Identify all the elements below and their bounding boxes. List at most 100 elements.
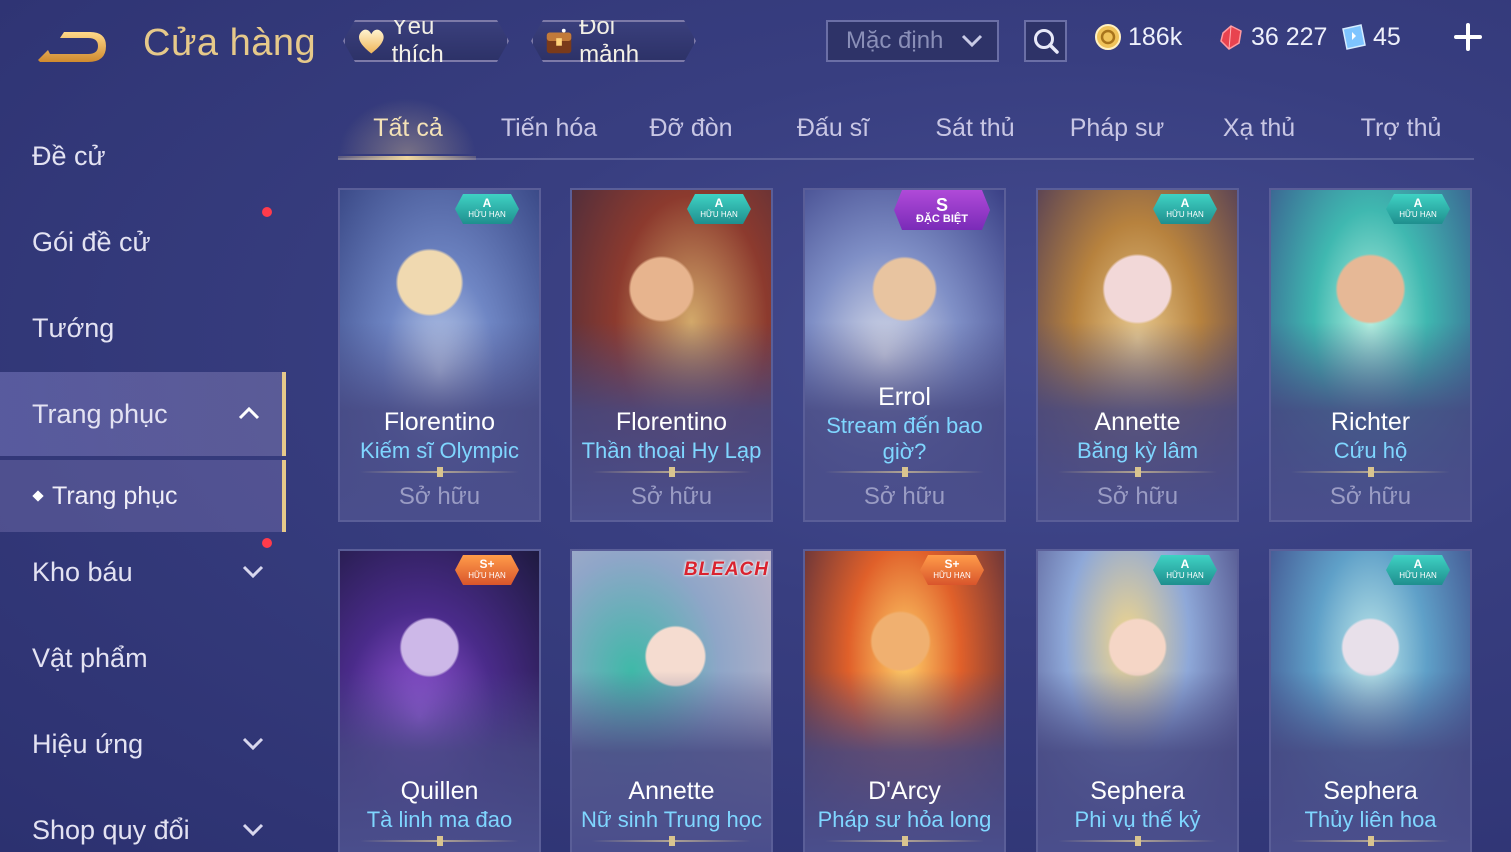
bleach-collab-logo: BLEACH <box>683 559 769 580</box>
sidebar-item-label: Trang phục <box>32 398 168 429</box>
card-divider <box>825 471 984 473</box>
rank-badge: A HỮU HẠN <box>1153 555 1217 585</box>
skin-name: Thủy liên hoa <box>1304 807 1437 832</box>
sidebar-item-heroes[interactable]: Tướng <box>0 286 286 370</box>
favorites-label: Yêu thích <box>391 13 444 68</box>
sidebar-item-label: Đề cử <box>32 140 106 171</box>
sidebar-item-effects[interactable]: Hiệu ứng <box>0 702 286 786</box>
tab-tank[interactable]: Đỡ đòn <box>621 114 761 143</box>
sort-value: Mặc định <box>846 27 944 54</box>
skin-card[interactable]: A HỮU HẠN Sephera Thủy liên hoa <box>1269 549 1472 852</box>
skin-card[interactable]: S ĐẶC BIỆT Errol Stream đến bao giờ? Sở h… <box>803 188 1006 522</box>
ownership-status: Sở hữu <box>398 483 481 510</box>
gem-balance: 36 227 <box>1217 20 1327 54</box>
chevron-down-icon <box>242 823 264 836</box>
ownership-status: Sở hữu <box>630 483 713 510</box>
skin-name: Pháp sư hỏa long <box>817 807 992 832</box>
tab-support[interactable]: Trợ thủ <box>1331 114 1471 143</box>
card-divider <box>1058 840 1217 842</box>
skin-card[interactable]: A HỮU HẠN Florentino Kiếm sĩ Olympic Sở h… <box>338 188 541 522</box>
sidebar-item-label: Hiệu ứng <box>32 728 144 759</box>
hero-name: D'Arcy <box>868 777 941 805</box>
sidebar-item-label: Vật phẩm <box>32 642 148 673</box>
sidebar: Đề cử Gói đề cử Tướng Trang phục Trang p… <box>0 100 288 852</box>
skin-card[interactable]: S+ HỮU HẠN D'Arcy Pháp sư hỏa long <box>803 549 1006 852</box>
card-divider <box>825 840 984 842</box>
skin-card[interactable]: BLEACH Annette Nữ sinh Trung học <box>570 549 773 852</box>
sort-dropdown[interactable]: Mặc định <box>826 20 999 62</box>
hero-name: Florentino <box>383 408 496 436</box>
skin-card[interactable]: A HỮU HẠN Annette Băng kỳ lâm Sở hữu <box>1036 188 1239 522</box>
hero-name: Annette <box>1094 408 1181 436</box>
skin-name: Kiếm sĩ Olympic <box>360 438 519 463</box>
skin-card[interactable]: S+ HỮU HẠN Quillen Tà linh ma đao <box>338 549 541 852</box>
card-divider <box>592 471 751 473</box>
skin-name: Băng kỳ lâm <box>1076 438 1199 463</box>
treasure-chest-icon <box>543 24 575 58</box>
card-divider <box>360 840 519 842</box>
role-tabs: Tất cả Tiến hóa Đỡ đòn Đấu sĩ Sát thủ Ph… <box>338 98 1474 160</box>
sidebar-subitem-label: Trang phục <box>52 481 178 510</box>
rank-badge: S+ HỮU HẠN <box>920 555 984 585</box>
sidebar-item-skins[interactable]: Trang phục <box>0 372 286 456</box>
add-currency-button[interactable] <box>1453 22 1483 52</box>
rank-badge: A HỮU HẠN <box>1153 194 1217 224</box>
hero-name: Florentino <box>615 408 728 436</box>
shard-exchange-button[interactable]: Đổi mảnh <box>531 20 696 62</box>
back-button[interactable] <box>32 24 112 68</box>
back-arrow-icon <box>38 32 106 62</box>
skin-name: Nữ sinh Trung học <box>580 807 763 832</box>
gold-coin-icon <box>1095 24 1121 50</box>
tab-all[interactable]: Tất cả <box>338 114 478 143</box>
rank-badge: A HỮU HẠN <box>1386 555 1450 585</box>
hero-name: Sephera <box>1323 777 1418 805</box>
tab-active-underline <box>338 156 476 160</box>
sidebar-item-exchange-shop[interactable]: Shop quy đổi <box>0 788 286 852</box>
skin-card[interactable]: A HỮU HẠN Florentino Thần thoại Hy Lạp Sở… <box>570 188 773 522</box>
sidebar-item-label: Tướng <box>32 312 115 343</box>
sidebar-item-label: Kho báu <box>32 556 133 587</box>
ownership-status: Sở hữu <box>1329 483 1412 510</box>
tab-fighter[interactable]: Đấu sĩ <box>763 114 903 143</box>
voucher-amount: 45 <box>1373 22 1401 51</box>
sidebar-item-items[interactable]: Vật phẩm <box>0 616 286 700</box>
tab-assassin[interactable]: Sát thủ <box>905 114 1045 143</box>
voucher-balance: 45 <box>1339 20 1401 54</box>
sidebar-item-label: Gói đề cử <box>32 226 151 257</box>
favorites-button[interactable]: Yêu thích <box>343 20 509 62</box>
plus-icon <box>1454 23 1482 51</box>
skin-name: Phi vụ thế kỷ <box>1074 807 1201 832</box>
skin-card[interactable]: A HỮU HẠN Sephera Phi vụ thế kỷ <box>1036 549 1239 852</box>
sidebar-item-treasure[interactable]: Kho báu <box>0 530 286 614</box>
card-divider <box>1291 840 1450 842</box>
hero-name: Annette <box>628 777 715 805</box>
sidebar-item-recommended-packs[interactable]: Gói đề cử <box>0 200 286 284</box>
chevron-down-icon <box>242 737 264 750</box>
page-title: Cửa hàng <box>143 22 317 64</box>
rank-badge: A HỮU HẠN <box>455 194 519 224</box>
sidebar-item-label: Shop quy đổi <box>32 814 190 845</box>
sidebar-subitem-skins[interactable]: Trang phục <box>0 460 286 532</box>
chevron-down-icon <box>242 565 264 578</box>
bullet-diamond-icon <box>32 490 44 502</box>
rank-badge: A HỮU HẠN <box>687 194 751 224</box>
tab-marksman[interactable]: Xạ thủ <box>1189 114 1329 143</box>
sidebar-item-recommended[interactable]: Đề cử <box>0 114 286 198</box>
skin-name: Stream đến bao giờ? <box>826 413 983 464</box>
heart-icon <box>355 24 388 58</box>
skin-name: Cứu hộ <box>1333 438 1408 463</box>
red-gem-icon <box>1220 25 1242 50</box>
skin-card[interactable]: A HỮU HẠN Richter Cứu hộ Sở hữu <box>1269 188 1472 522</box>
chevron-up-icon <box>238 406 260 420</box>
search-button[interactable] <box>1024 20 1067 62</box>
tab-mage[interactable]: Pháp sư <box>1047 114 1187 143</box>
tab-evolution[interactable]: Tiến hóa <box>479 114 619 143</box>
skin-name: Thần thoại Hy Lạp <box>581 438 762 463</box>
hero-name: Sephera <box>1090 777 1185 805</box>
rank-badge-special: S ĐẶC BIỆT <box>894 190 990 230</box>
card-divider <box>1291 471 1450 473</box>
card-divider <box>592 840 751 842</box>
gem-amount: 36 227 <box>1251 22 1328 51</box>
shop-screen: { "header": { "title": "Cửa hàng", "favo… <box>0 0 1511 852</box>
rank-badge: S+ HỮU HẠN <box>455 555 519 585</box>
